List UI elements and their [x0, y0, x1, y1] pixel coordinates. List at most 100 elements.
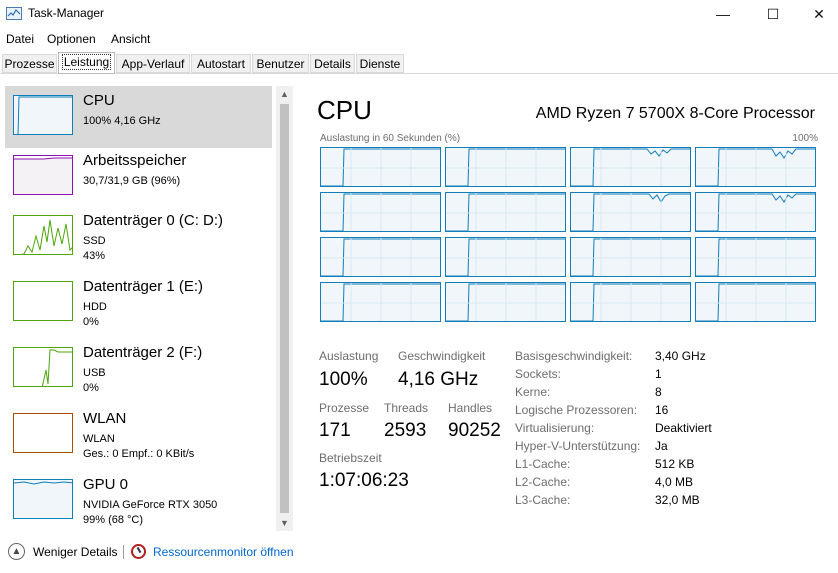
sidebar-item-sub: WLAN [83, 433, 115, 445]
uptime-value: 1:07:06:23 [319, 470, 409, 491]
sidebar-item-sub: 99% (68 °C) [83, 514, 144, 526]
processes-value: 171 [319, 420, 351, 441]
info-value: 1 [655, 367, 662, 381]
sidebar-item-title: WLAN [83, 410, 127, 427]
info-label: Hyper-V-Unterstützung: [515, 439, 641, 453]
core-graph [320, 147, 441, 187]
gpu-0-thumbnail [13, 479, 73, 519]
task-manager-icon [6, 7, 22, 20]
tab-prozesse[interactable]: Prozesse [2, 54, 57, 73]
menu-bar: Datei Optionen Ansicht [0, 30, 838, 48]
sidebar-item-disk-1[interactable]: Datenträger 1 (E:) HDD 0% [5, 272, 272, 334]
scrollbar-thumb[interactable] [280, 104, 289, 513]
sidebar-item-title: CPU [83, 92, 115, 109]
sidebar-item-wlan[interactable]: WLAN WLAN Ges.: 0 Empf.: 0 KBit/s [5, 404, 272, 466]
sidebar-item-sub: 43% [83, 250, 106, 262]
close-button[interactable]: ✕ [796, 0, 838, 28]
utilization-value: 100% [319, 369, 368, 390]
graph-max-label: 100% [792, 133, 818, 144]
menu-ansicht[interactable]: Ansicht [111, 32, 150, 46]
tab-label: Leistung [61, 54, 112, 70]
core-graph [570, 237, 691, 277]
resource-monitor-icon[interactable] [131, 544, 146, 559]
tab-label: App-Verlauf [121, 57, 185, 71]
info-label: Virtualisierung: [515, 421, 595, 435]
resource-sidebar: CPU 100% 4,16 GHz Arbeitsspeicher 30,7/3… [0, 83, 293, 531]
tab-label: Dienste [359, 57, 401, 71]
speed-value: 4,16 GHz [398, 369, 479, 390]
scroll-up-arrow-icon[interactable]: ▲ [276, 86, 293, 102]
sidebar-item-sub: 30,7/31,9 GB (96%) [83, 175, 181, 187]
info-value: Ja [655, 439, 668, 453]
tab-label: Details [314, 57, 351, 71]
disk-1-thumbnail [13, 281, 73, 321]
core-graph [445, 237, 566, 277]
core-graph [570, 282, 691, 322]
sidebar-item-sub: USB [83, 367, 106, 379]
page-title: CPU [317, 95, 372, 125]
sidebar-item-cpu[interactable]: CPU 100% 4,16 GHz [5, 86, 272, 148]
graph-caption: Auslastung in 60 Sekunden (%) [320, 133, 461, 144]
sidebar-item-sub: HDD [83, 301, 107, 313]
info-value: 512 KB [655, 457, 695, 471]
sidebar-item-sub: NVIDIA GeForce RTX 3050 [83, 499, 218, 511]
core-graph [445, 147, 566, 187]
info-value: 4,0 MB [655, 475, 694, 489]
info-label: L1-Cache: [515, 457, 571, 471]
sidebar-item-title: GPU 0 [83, 476, 129, 493]
sidebar-item-disk-2[interactable]: Datenträger 2 (F:) USB 0% [5, 338, 272, 400]
open-resource-monitor-link[interactable]: Ressourcenmonitor öffnen [153, 545, 294, 559]
speed-label: Geschwindigkeit [398, 349, 486, 363]
minimize-button[interactable]: — [700, 0, 746, 28]
tab-autostart[interactable]: Autostart [191, 54, 251, 73]
sidebar-item-memory[interactable]: Arbeitsspeicher 30,7/31,9 GB (96%) [5, 146, 272, 208]
tab-details[interactable]: Details [310, 54, 355, 73]
core-graph [320, 282, 441, 322]
wlan-thumbnail [13, 413, 73, 453]
cpu-model-name: AMD Ryzen 7 5700X 8-Core Processor [535, 105, 815, 122]
sidebar-scrollbar[interactable]: ▲ ▼ [276, 86, 293, 531]
tab-leistung[interactable]: Leistung [58, 52, 115, 74]
sidebar-item-title: Datenträger 0 (C: D:) [83, 212, 224, 229]
cpu-detail-panel: CPU AMD Ryzen 7 5700X 8-Core Processor A… [300, 83, 838, 523]
core-graph [445, 192, 566, 232]
maximize-button[interactable]: ☐ [750, 0, 796, 28]
tab-app-verlauf[interactable]: App-Verlauf [116, 54, 190, 73]
tab-benutzer[interactable]: Benutzer [252, 54, 309, 73]
info-label: Basisgeschwindigkeit: [515, 349, 633, 363]
tab-label: Autostart [196, 57, 246, 71]
cpu-thumbnail [13, 95, 73, 135]
core-graph [320, 237, 441, 277]
menu-optionen[interactable]: Optionen [47, 32, 96, 46]
memory-thumbnail [13, 155, 73, 195]
core-graph [570, 192, 691, 232]
sidebar-item-title: Datenträger 1 (E:) [83, 278, 204, 295]
fewer-details-button[interactable]: Weniger Details [33, 545, 117, 559]
chevron-up-icon[interactable]: ▲ [8, 543, 25, 560]
info-label: Logische Prozessoren: [515, 403, 638, 417]
core-graph [695, 237, 816, 277]
footer-bar: ▲ Weniger Details Ressourcenmonitor öffn… [0, 541, 838, 566]
info-label: L2-Cache: [515, 475, 571, 489]
scroll-down-arrow-icon[interactable]: ▼ [276, 515, 293, 531]
sidebar-item-disk-0[interactable]: Datenträger 0 (C: D:) SSD 43% [5, 206, 272, 268]
info-label: Kerne: [515, 385, 551, 399]
core-graph [445, 282, 566, 322]
info-label: Sockets: [515, 367, 562, 381]
uptime-label: Betriebszeit [319, 451, 382, 465]
window-title: Task-Manager [28, 6, 105, 20]
core-graph [320, 192, 441, 232]
info-value: 32,0 MB [655, 493, 700, 507]
tab-dienste[interactable]: Dienste [356, 54, 404, 73]
core-graph [695, 282, 816, 322]
info-value: 8 [655, 385, 662, 399]
utilization-label: Auslastung [319, 349, 379, 363]
core-graph [695, 147, 816, 187]
tab-label: Benutzer [256, 57, 305, 71]
info-value: 3,40 GHz [655, 349, 706, 363]
menu-datei[interactable]: Datei [6, 32, 34, 46]
sidebar-item-sub: Ges.: 0 Empf.: 0 KBit/s [83, 448, 195, 460]
sidebar-item-gpu-0[interactable]: GPU 0 NVIDIA GeForce RTX 3050 99% (68 °C… [5, 470, 272, 532]
sidebar-item-title: Datenträger 2 (F:) [83, 344, 203, 361]
sidebar-item-title: Arbeitsspeicher [83, 152, 187, 169]
